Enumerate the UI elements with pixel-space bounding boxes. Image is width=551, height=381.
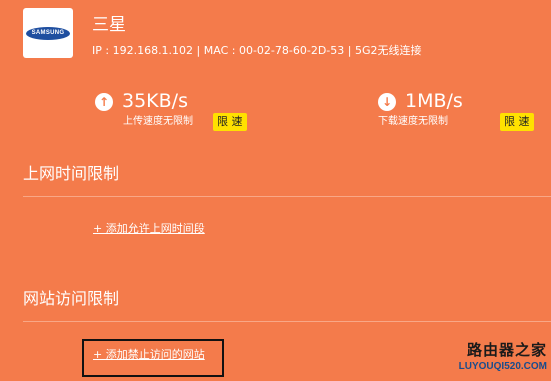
download-speed-block: ↓ 1MB/s 下载速度无限制 限 速 xyxy=(378,90,538,132)
upload-limit-button[interactable]: 限 速 xyxy=(213,113,247,131)
arrow-down-circle-icon: ↓ xyxy=(378,93,396,111)
time-limit-title: 上网时间限制 xyxy=(23,164,120,183)
download-limit-button[interactable]: 限 速 xyxy=(500,113,534,131)
download-speed-value: 1MB/s xyxy=(405,90,463,112)
arrow-up-circle-icon: ↑ xyxy=(95,93,113,111)
watermark: 路由器之家 LUYOUQI520.COM xyxy=(445,340,547,378)
upload-speed-block: ↑ 35KB/s 上传速度无限制 限 速 xyxy=(95,90,255,132)
site-limit-title: 网站访问限制 xyxy=(23,289,120,308)
logo-text: SAMSUNG xyxy=(31,30,65,36)
highlight-box xyxy=(82,339,224,377)
upload-speed-label: 上传速度无限制 xyxy=(123,116,193,127)
device-logo: SAMSUNG xyxy=(23,8,73,58)
site-limit-divider xyxy=(23,321,551,322)
time-limit-divider xyxy=(23,196,551,197)
watermark-sub: LUYOUQI520.COM xyxy=(458,361,547,372)
upload-speed-value: 35KB/s xyxy=(122,90,188,112)
download-speed-label: 下载速度无限制 xyxy=(378,116,448,127)
watermark-main: 路由器之家 xyxy=(466,341,547,359)
device-info: IP : 192.168.1.102 | MAC : 00-02-78-60-2… xyxy=(92,44,422,57)
add-allowed-time-link[interactable]: + 添加允许上网时间段 xyxy=(93,222,205,236)
samsung-logo-icon: SAMSUNG xyxy=(26,26,70,40)
device-name: 三星 xyxy=(92,15,126,35)
